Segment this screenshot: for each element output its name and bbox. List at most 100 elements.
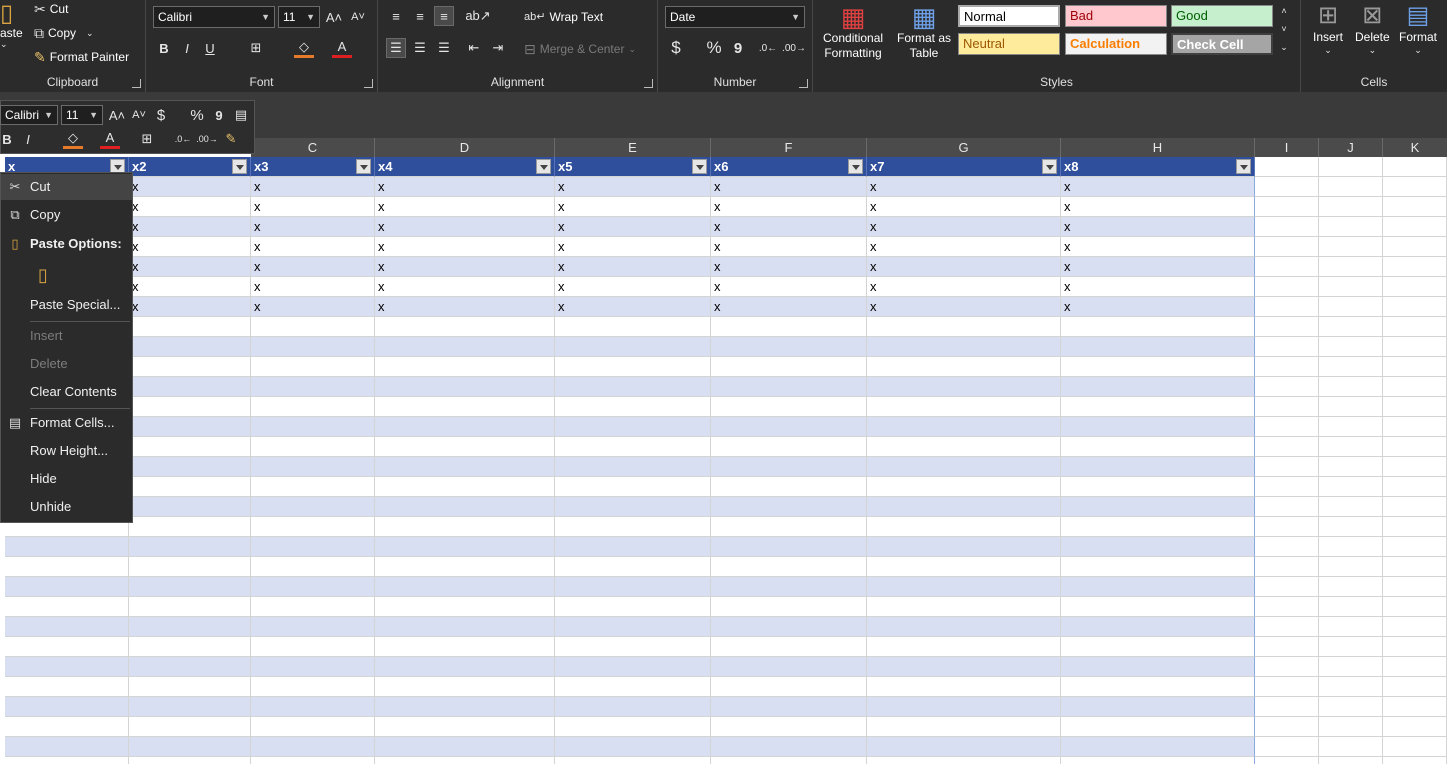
table-cell[interactable] [1061, 497, 1255, 517]
delete-cells-button[interactable]: ⊠ Delete ⌄ [1355, 4, 1390, 55]
table-cell[interactable] [1061, 457, 1255, 477]
table-cell[interactable]: x [129, 277, 251, 297]
table-cell[interactable] [867, 517, 1061, 537]
table-cell[interactable] [375, 577, 555, 597]
menu-item-hide[interactable]: Hide [1, 466, 132, 492]
style-check-cell[interactable]: Check Cell [1171, 33, 1273, 55]
sheet-cell[interactable] [1319, 597, 1383, 617]
table-cell[interactable] [375, 517, 555, 537]
table-cell[interactable] [1061, 597, 1255, 617]
filter-dropdown-icon[interactable] [1042, 159, 1057, 174]
table-cell[interactable]: x [1061, 297, 1255, 317]
table-header-cell[interactable]: x3 [251, 157, 375, 177]
table-cell[interactable]: x [555, 297, 711, 317]
menu-item-clear-contents[interactable]: Clear Contents [1, 379, 132, 405]
table-cell[interactable] [375, 357, 555, 377]
table-cell[interactable] [251, 537, 375, 557]
table-cell[interactable] [711, 377, 867, 397]
filter-dropdown-icon[interactable] [692, 159, 707, 174]
sheet-cell[interactable] [1255, 397, 1319, 417]
table-cell[interactable] [251, 557, 375, 577]
table-cell[interactable]: x [375, 217, 555, 237]
sheet-cell[interactable] [1319, 157, 1383, 177]
table-cell[interactable]: x [129, 237, 251, 257]
table-cell[interactable] [711, 317, 867, 337]
sheet-cell[interactable] [1383, 257, 1447, 277]
table-cell[interactable] [5, 717, 129, 737]
middle-align-icon[interactable]: ≡ [410, 6, 430, 26]
table-cell[interactable] [711, 497, 867, 517]
sheet-cell[interactable] [1383, 737, 1447, 757]
table-cell[interactable] [251, 417, 375, 437]
styles-scroll-up-icon[interactable]: ˄ [1277, 2, 1291, 20]
table-cell[interactable]: x [555, 217, 711, 237]
menu-item-delete[interactable]: Delete [1, 351, 132, 377]
table-cell[interactable]: x [1061, 237, 1255, 257]
sheet-cell[interactable] [1319, 437, 1383, 457]
table-cell[interactable] [375, 657, 555, 677]
table-cell[interactable] [375, 557, 555, 577]
sheet-cell[interactable] [1383, 617, 1447, 637]
sheet-cell[interactable] [1319, 177, 1383, 197]
orientation-icon[interactable]: ab↗ [465, 6, 490, 26]
table-cell[interactable] [711, 617, 867, 637]
sheet-cell[interactable] [1383, 217, 1447, 237]
table-cell[interactable]: x [555, 177, 711, 197]
bottom-align-icon[interactable]: ≡ [434, 6, 454, 26]
table-cell[interactable] [555, 397, 711, 417]
column-header-e[interactable]: E [555, 138, 711, 157]
sheet-cell[interactable] [1255, 637, 1319, 657]
table-cell[interactable] [5, 657, 129, 677]
sheet-cell[interactable] [1383, 497, 1447, 517]
table-cell[interactable] [1061, 637, 1255, 657]
table-cell[interactable]: x [711, 237, 867, 257]
shrink-font-icon[interactable]: A˅ [348, 7, 368, 27]
sheet-cell[interactable] [1319, 657, 1383, 677]
table-cell[interactable] [555, 577, 711, 597]
table-cell[interactable] [555, 497, 711, 517]
table-cell[interactable] [129, 457, 251, 477]
sheet-cell[interactable] [1255, 617, 1319, 637]
menu-item-unhide[interactable]: Unhide [1, 494, 132, 520]
table-cell[interactable] [251, 737, 375, 757]
sheet-cell[interactable] [1319, 457, 1383, 477]
table-cell[interactable]: x [375, 197, 555, 217]
table-cell[interactable]: x [251, 197, 375, 217]
table-cell[interactable]: x [867, 217, 1061, 237]
table-cell[interactable] [711, 417, 867, 437]
table-cell[interactable] [5, 757, 129, 764]
increase-decimal-icon[interactable]: .0← [173, 129, 193, 149]
table-cell[interactable] [129, 737, 251, 757]
table-header-cell[interactable]: x5 [555, 157, 711, 177]
table-cell[interactable]: x [867, 237, 1061, 257]
table-cell[interactable] [1061, 377, 1255, 397]
sheet-cell[interactable] [1383, 277, 1447, 297]
table-cell[interactable] [867, 557, 1061, 577]
table-cell[interactable] [251, 437, 375, 457]
sheet-cell[interactable] [1319, 757, 1383, 764]
table-cell[interactable] [711, 357, 867, 377]
sheet-cell[interactable] [1319, 317, 1383, 337]
table-cell[interactable]: x [555, 197, 711, 217]
sheet-cell[interactable] [1319, 737, 1383, 757]
table-cell[interactable] [555, 317, 711, 337]
sheet-cell[interactable] [1255, 277, 1319, 297]
dialog-launcher-icon[interactable] [799, 79, 808, 88]
mini-italic-button[interactable]: I [18, 129, 38, 149]
table-cell[interactable] [1061, 537, 1255, 557]
table-cell[interactable] [555, 537, 711, 557]
table-cell[interactable] [251, 577, 375, 597]
table-cell[interactable] [867, 717, 1061, 737]
table-cell[interactable] [867, 457, 1061, 477]
style-good[interactable]: Good [1171, 5, 1273, 27]
column-header-h[interactable]: H [1061, 138, 1255, 157]
menu-item-paste-special[interactable]: Paste Special... [1, 292, 132, 318]
table-cell[interactable] [711, 737, 867, 757]
table-cell[interactable] [711, 717, 867, 737]
align-right-icon[interactable]: ☰ [434, 38, 454, 58]
table-cell[interactable]: x [375, 177, 555, 197]
table-cell[interactable] [129, 497, 251, 517]
table-cell[interactable] [375, 497, 555, 517]
table-cell[interactable] [555, 717, 711, 737]
mini-percent-button[interactable]: % [187, 105, 207, 125]
